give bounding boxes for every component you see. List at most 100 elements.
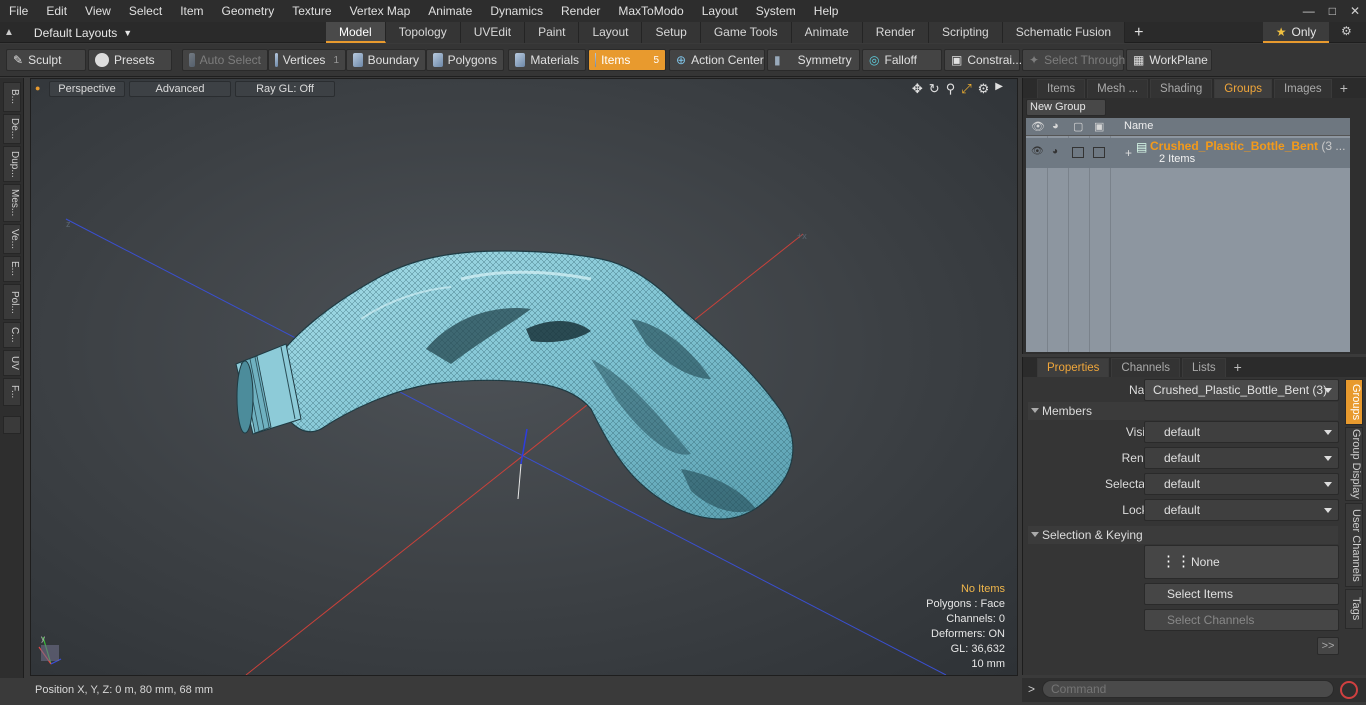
- more-button[interactable]: >>: [1317, 637, 1339, 655]
- shading-mode-button[interactable]: Advanced: [129, 81, 231, 97]
- side-tab-user-channels[interactable]: User Channels: [1345, 503, 1363, 587]
- left-tab-polygon[interactable]: Pol...: [3, 284, 21, 320]
- tab-properties[interactable]: Properties: [1037, 357, 1110, 377]
- add-tab-button[interactable]: +: [1125, 22, 1152, 43]
- name-column-header[interactable]: Name: [1124, 120, 1153, 132]
- falloff-button[interactable]: ◎ Falloff: [862, 49, 942, 71]
- render-dropdown[interactable]: default: [1144, 447, 1339, 469]
- expand-icon[interactable]: +: [1125, 146, 1132, 160]
- layouts-dropdown[interactable]: ▲ Default Layouts ▼: [4, 22, 132, 43]
- workplane-button[interactable]: ▦ WorkPlane: [1126, 49, 1212, 71]
- tab-scripting[interactable]: Scripting: [929, 22, 1003, 43]
- tab-topology[interactable]: Topology: [385, 22, 461, 43]
- selection-keying-section[interactable]: Selection & Keying: [1028, 526, 1338, 544]
- left-tab-basic[interactable]: B...: [3, 82, 21, 112]
- record-icon[interactable]: [1340, 681, 1358, 699]
- presets-button[interactable]: Presets: [88, 49, 172, 71]
- tab-setup[interactable]: Setup: [642, 22, 701, 43]
- action-center-button[interactable]: ⊕ Action Center: [669, 49, 765, 71]
- 3d-viewport[interactable]: z +x y ● Perspective Advanced Ray GL: Of…: [30, 78, 1018, 676]
- viewport-more-icon[interactable]: ▶: [995, 81, 1003, 97]
- materials-button[interactable]: Materials: [508, 49, 586, 71]
- group-visible-icon[interactable]: 👁: [1031, 146, 1044, 157]
- tab-animate[interactable]: Animate: [791, 22, 863, 43]
- crushed-bottle-mesh[interactable]: [235, 250, 794, 520]
- auto-select-button[interactable]: Auto Select: [182, 49, 268, 71]
- members-section[interactable]: Members: [1028, 402, 1338, 420]
- select-column-icon[interactable]: ▣: [1094, 120, 1104, 133]
- tab-paint[interactable]: Paint: [525, 22, 580, 43]
- view-type-button[interactable]: Perspective: [49, 81, 125, 97]
- group-lock-checkbox[interactable]: [1072, 147, 1084, 158]
- selectable-dropdown[interactable]: default: [1144, 473, 1339, 495]
- menu-dynamics[interactable]: Dynamics: [481, 0, 552, 22]
- menu-layout[interactable]: Layout: [693, 0, 747, 22]
- select-through-button[interactable]: ✦ Select Through: [1022, 49, 1125, 71]
- tab-images[interactable]: Images: [1273, 78, 1332, 98]
- left-tab-mesh-edit[interactable]: Mes...: [3, 184, 21, 222]
- gear-icon[interactable]: ⚙: [1341, 24, 1352, 38]
- side-tab-group-display[interactable]: Group Display: [1345, 427, 1363, 501]
- close-icon[interactable]: ✕: [1350, 4, 1360, 18]
- boundary-button[interactable]: Boundary: [346, 49, 426, 71]
- left-tab-duplicate[interactable]: Dup...: [3, 146, 21, 182]
- left-tab-deform[interactable]: De...: [3, 114, 21, 144]
- polygons-button[interactable]: Polygons: [426, 49, 504, 71]
- group-select-checkbox[interactable]: [1093, 147, 1105, 158]
- left-tab-uv[interactable]: UV: [3, 350, 21, 376]
- tab-model[interactable]: Model: [326, 22, 386, 43]
- none-button[interactable]: ⋮⋮ None: [1144, 545, 1339, 579]
- items-button[interactable]: Items 5: [588, 49, 666, 71]
- render-column-icon[interactable]: ◕: [1052, 120, 1059, 132]
- side-tab-groups[interactable]: Groups: [1345, 379, 1363, 425]
- select-channels-button[interactable]: Select Channels: [1144, 609, 1339, 631]
- constraints-button[interactable]: ▣ Constrai...: [944, 49, 1022, 71]
- menu-system[interactable]: System: [747, 0, 805, 22]
- only-button[interactable]: ★ Only: [1263, 22, 1329, 43]
- visible-dropdown[interactable]: default: [1144, 421, 1339, 443]
- menu-render[interactable]: Render: [552, 0, 609, 22]
- locked-dropdown[interactable]: default: [1144, 499, 1339, 521]
- side-tab-tags[interactable]: Tags: [1345, 589, 1363, 629]
- menu-vertex-map[interactable]: Vertex Map: [341, 0, 420, 22]
- symmetry-button[interactable]: ▮ Symmetry: [767, 49, 860, 71]
- menu-view[interactable]: View: [76, 0, 120, 22]
- menu-item[interactable]: Item: [171, 0, 212, 22]
- add-panel-tab-button[interactable]: +: [1334, 80, 1354, 96]
- menu-edit[interactable]: Edit: [37, 0, 76, 22]
- move-view-icon[interactable]: ✥: [912, 81, 923, 97]
- tab-mesh[interactable]: Mesh ...: [1087, 78, 1149, 98]
- minimize-icon[interactable]: —: [1303, 4, 1315, 18]
- visibility-column-icon[interactable]: 👁: [1031, 120, 1045, 133]
- group-name[interactable]: Crushed_Plastic_Bottle_Bent (3 ...: [1150, 139, 1345, 153]
- add-properties-tab-button[interactable]: +: [1228, 359, 1248, 375]
- tab-uvedit[interactable]: UVEdit: [460, 22, 526, 43]
- tab-lists[interactable]: Lists: [1182, 357, 1226, 377]
- fit-view-icon[interactable]: ⤢: [961, 81, 971, 97]
- raygl-button[interactable]: Ray GL: Off: [235, 81, 335, 97]
- viewport-menu-icon[interactable]: ●: [35, 83, 40, 93]
- command-input[interactable]: [1042, 680, 1334, 698]
- tab-channels[interactable]: Channels: [1111, 357, 1181, 377]
- menu-geometry[interactable]: Geometry: [213, 0, 284, 22]
- left-strip-toggle[interactable]: [3, 416, 21, 434]
- tab-render[interactable]: Render: [862, 22, 930, 43]
- left-tab-curve[interactable]: C...: [3, 322, 21, 348]
- sculpt-button[interactable]: ✎ Sculpt: [6, 49, 86, 71]
- zoom-view-icon[interactable]: ⚲: [946, 81, 956, 97]
- lock-column-icon[interactable]: ▢: [1073, 120, 1083, 133]
- menu-select[interactable]: Select: [120, 0, 171, 22]
- menu-animate[interactable]: Animate: [419, 0, 481, 22]
- menu-maxtomodo[interactable]: MaxToModo: [609, 0, 692, 22]
- new-group-button[interactable]: New Group: [1026, 99, 1106, 116]
- left-tab-edge[interactable]: E...: [3, 256, 21, 282]
- left-tab-vertex[interactable]: Ve...: [3, 224, 21, 254]
- group-render-icon[interactable]: ◕: [1052, 146, 1058, 157]
- maximize-icon[interactable]: □: [1329, 4, 1336, 18]
- tab-layout[interactable]: Layout: [579, 22, 643, 43]
- vertices-button[interactable]: Vertices 1: [268, 49, 346, 71]
- menu-help[interactable]: Help: [805, 0, 848, 22]
- select-items-button[interactable]: Select Items: [1144, 583, 1339, 605]
- menu-texture[interactable]: Texture: [283, 0, 340, 22]
- name-field[interactable]: Crushed_Plastic_Bottle_Bent (3): [1144, 379, 1339, 401]
